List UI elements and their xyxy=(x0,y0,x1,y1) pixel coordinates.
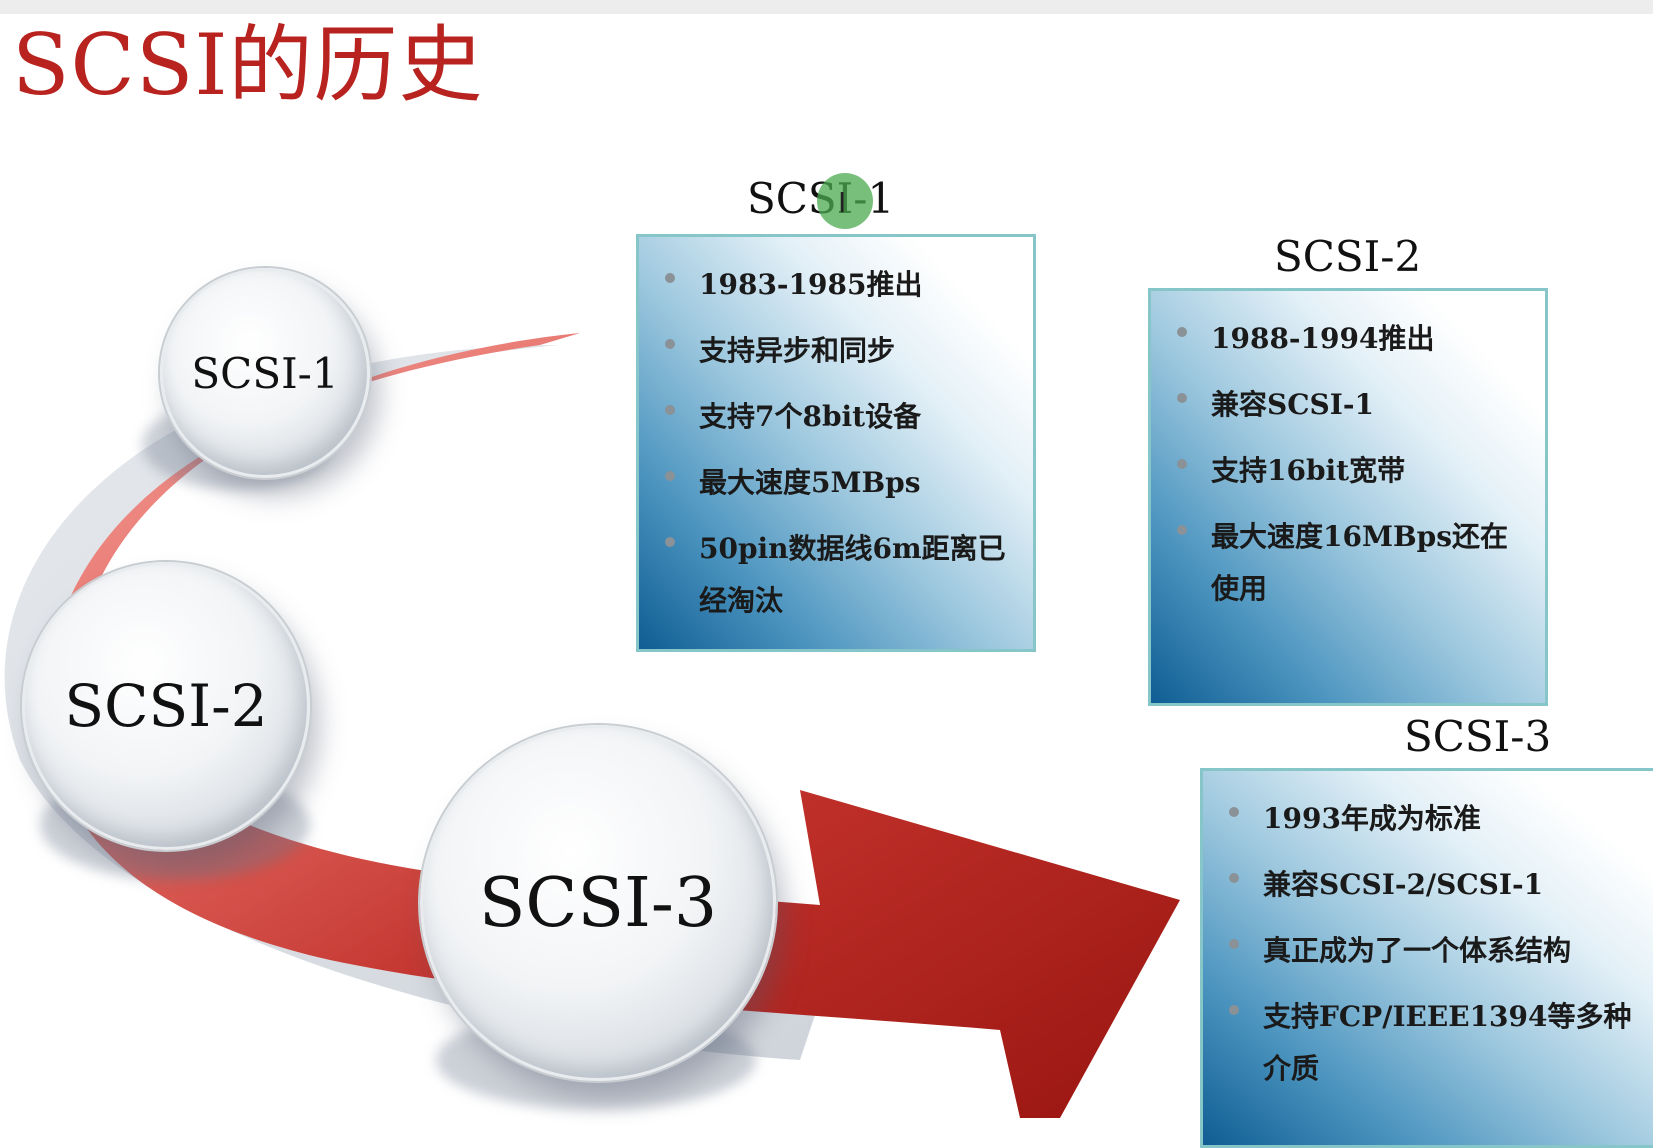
list-item: 最大速度5MBps xyxy=(657,457,1013,509)
list-item: 支持16bit宽带 xyxy=(1169,445,1525,497)
list-item: 50pin数据线6m距离已经淘汰 xyxy=(657,523,1013,627)
info-box-scsi-2: 1988-1994推出 兼容SCSI-1 支持16bit宽带 最大速度16MBp… xyxy=(1148,288,1548,706)
list-item: 1993年成为标准 xyxy=(1221,793,1647,845)
circle-scsi-2: SCSI-2 xyxy=(22,562,310,850)
box-title-scsi-2: SCSI-2 xyxy=(1274,232,1422,281)
circle-scsi-3: SCSI-3 xyxy=(420,725,776,1081)
list-item: 兼容SCSI-2/SCSI-1 xyxy=(1221,859,1647,911)
info-box-scsi-1: 1983-1985推出 支持异步和同步 支持7个8bit设备 最大速度5MBps… xyxy=(636,234,1036,652)
list-item: 支持FCP/IEEE1394等多种介质 xyxy=(1221,991,1647,1095)
list-item: 1988-1994推出 xyxy=(1169,313,1525,365)
circle-scsi-1: SCSI-1 xyxy=(160,268,370,478)
info-box-scsi-3: 1993年成为标准 兼容SCSI-2/SCSI-1 真正成为了一个体系结构 支持… xyxy=(1200,768,1653,1148)
text-cursor-icon: Ι xyxy=(838,186,847,219)
list-item: 真正成为了一个体系结构 xyxy=(1221,925,1647,977)
box-title-scsi-3: SCSI-3 xyxy=(1404,712,1552,761)
list-item: 最大速度16MBps还在使用 xyxy=(1169,511,1525,615)
list-item: 支持异步和同步 xyxy=(657,325,1013,377)
list-item: 兼容SCSI-1 xyxy=(1169,379,1525,431)
list-item: 支持7个8bit设备 xyxy=(657,391,1013,443)
list-item: 1983-1985推出 xyxy=(657,259,1013,311)
